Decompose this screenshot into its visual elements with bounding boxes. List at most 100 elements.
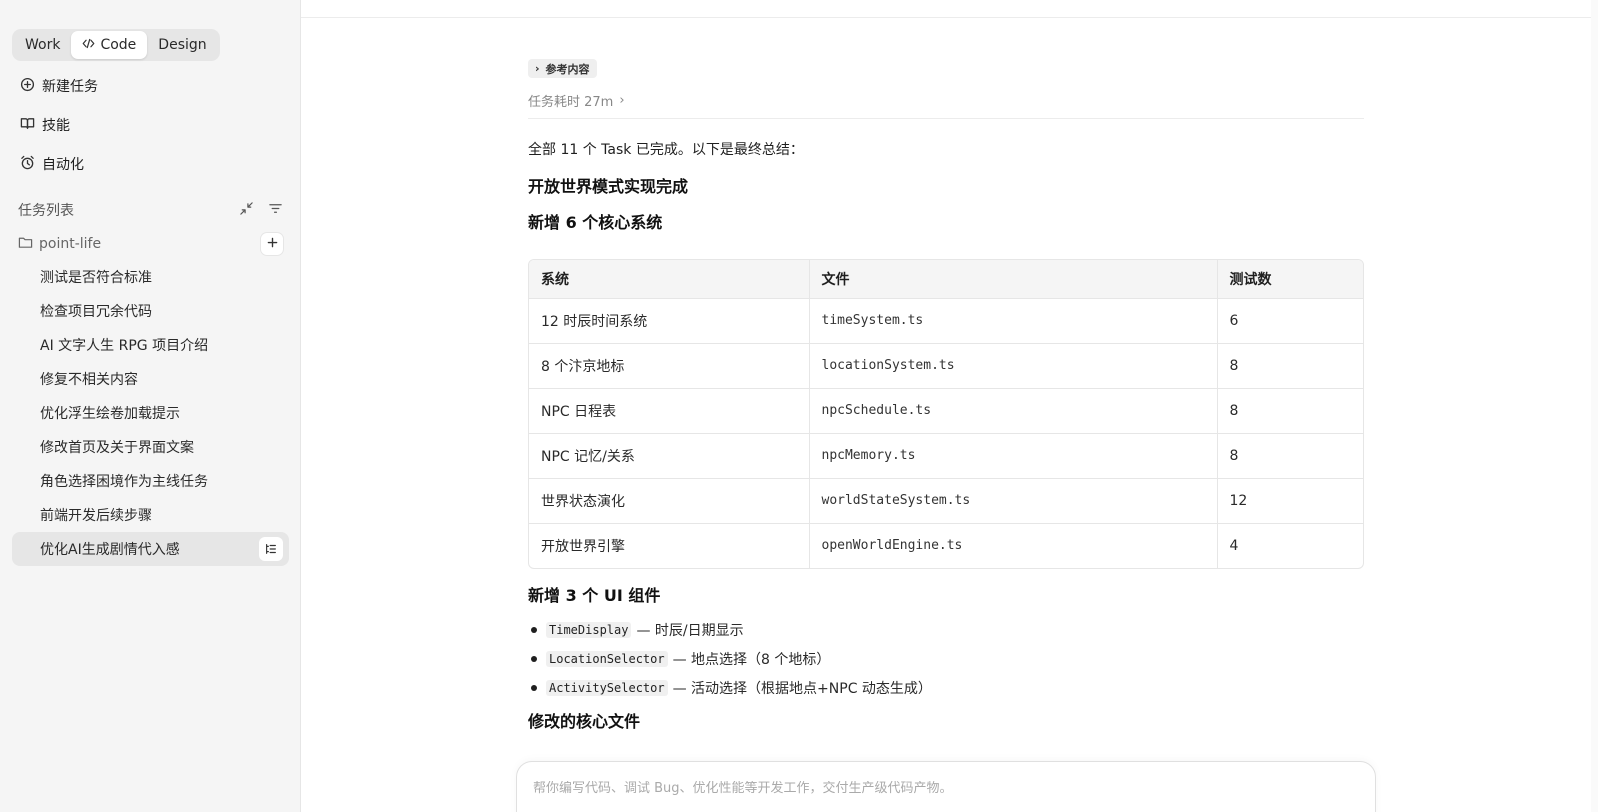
list-item: TimeDisplay — 时辰/日期显示 <box>528 615 932 644</box>
collapse-icon[interactable] <box>239 201 254 220</box>
task-item-label: 测试是否符合标准 <box>40 270 152 286</box>
nav-automation-label: 自动化 <box>42 157 84 173</box>
table-row: 12 时辰时间系统 timeSystem.ts 6 <box>529 298 1363 344</box>
nav-automation[interactable]: 自动化 <box>20 152 84 176</box>
nav-new-task-label: 新建任务 <box>42 79 98 95</box>
task-list-title: 任务列表 <box>18 203 74 219</box>
folder-name: point-life <box>39 236 102 252</box>
task-item[interactable]: 角色选择困境作为主线任务 <box>12 464 289 498</box>
book-icon <box>20 116 35 135</box>
table-cell: 8 <box>1217 343 1363 389</box>
nav-new-task[interactable]: 新建任务 <box>20 74 98 98</box>
summary-intro: 全部 11 个 Task 已完成。以下是最终总结： <box>528 142 804 158</box>
task-item-label: 修改首页及关于界面文案 <box>40 440 194 456</box>
plus-icon <box>267 236 278 252</box>
table-row: NPC 日程表 npcSchedule.ts 8 <box>529 388 1363 434</box>
component-name: LocationSelector <box>546 650 668 667</box>
table-cell: timeSystem.ts <box>809 298 1218 344</box>
task-item[interactable]: 测试是否符合标准 <box>12 260 289 294</box>
table-row: 8 个汴京地标 locationSystem.ts 8 <box>529 343 1363 389</box>
list-item: LocationSelector — 地点选择（8 个地标） <box>528 644 932 673</box>
task-outline-icon[interactable] <box>259 537 283 561</box>
table-cell: 开放世界引擎 <box>529 523 810 568</box>
filter-icon[interactable] <box>268 201 283 220</box>
task-item-label: 优化浮生绘卷加载提示 <box>40 406 180 422</box>
component-name: ActivitySelector <box>546 679 668 696</box>
folder-icon <box>18 235 33 254</box>
code-icon <box>82 37 95 54</box>
nav-skills[interactable]: 技能 <box>20 113 70 137</box>
task-item-label: AI 文字人生 RPG 项目介绍 <box>40 338 209 354</box>
heading-core-files: 修改的核心文件 <box>528 712 641 731</box>
mode-design-button[interactable]: Design <box>147 31 217 59</box>
table-cell: NPC 日程表 <box>529 388 810 434</box>
task-elapsed-label: 任务耗时 27m <box>528 95 614 110</box>
table-row: 世界状态演化 worldStateSystem.ts 12 <box>529 478 1363 524</box>
table-cell: 6 <box>1217 298 1363 344</box>
composer-input[interactable] <box>533 781 1353 796</box>
table-cell: NPC 记忆/关系 <box>529 433 810 479</box>
task-item-label: 优化AI生成剧情代入感 <box>40 542 180 558</box>
main-panel: › 参考内容 任务耗时 27m › 全部 11 个 Task 已完成。以下是最终… <box>301 0 1598 812</box>
mode-work-label: Work <box>25 37 61 53</box>
task-item[interactable]: 检查项目冗余代码 <box>12 294 289 328</box>
task-list: 测试是否符合标准 检查项目冗余代码 AI 文字人生 RPG 项目介绍修复不相关内容优… <box>12 260 289 566</box>
component-description: — 地点选择（8 个地标） <box>672 651 831 668</box>
component-name: TimeDisplay <box>546 621 632 638</box>
table-row: 开放世界引擎 openWorldEngine.ts 4 <box>529 523 1363 568</box>
list-item: ActivitySelector — 活动选择（根据地点+NPC 动态生成） <box>528 673 932 702</box>
table-cell: npcSchedule.ts <box>809 388 1218 434</box>
nav-skills-label: 技能 <box>42 118 70 134</box>
mode-work-button[interactable]: Work <box>14 31 71 59</box>
task-item[interactable]: AI 文字人生 RPG 项目介绍 <box>12 328 289 362</box>
table-cell: locationSystem.ts <box>809 343 1218 389</box>
table-cell: 8 <box>1217 433 1363 479</box>
chevron-right-icon: › <box>619 93 625 108</box>
table-cell: 12 <box>1217 478 1363 524</box>
folder-point-life[interactable]: point-life <box>18 232 283 256</box>
top-bar <box>301 0 1591 18</box>
heading-ui-components: 新增 3 个 UI 组件 <box>528 586 661 605</box>
new-task-icon <box>20 77 35 96</box>
alarm-clock-icon <box>20 155 35 174</box>
table-cell: 8 个汴京地标 <box>529 343 810 389</box>
heading-main: 开放世界模式实现完成 <box>528 177 689 196</box>
task-item-label: 前端开发后续步骤 <box>40 508 152 524</box>
mode-design-label: Design <box>158 37 207 53</box>
task-item[interactable]: 前端开发后续步骤 <box>12 498 289 532</box>
table-header-row: 系统 文件 测试数 <box>529 260 1363 299</box>
column-header: 测试数 <box>1217 260 1363 299</box>
systems-table: 系统 文件 测试数 12 时辰时间系统 timeSystem.ts 6 8 个汴京地标… <box>528 259 1364 569</box>
component-description: — 时辰/日期显示 <box>636 622 744 639</box>
table-cell: 8 <box>1217 388 1363 434</box>
table-cell: 世界状态演化 <box>529 478 810 524</box>
table-cell: 12 时辰时间系统 <box>529 298 810 344</box>
task-item[interactable]: 修复不相关内容 <box>12 362 289 396</box>
table-cell: 4 <box>1229 537 1239 554</box>
table-cell: npcMemory.ts <box>809 433 1218 479</box>
ui-component-list: TimeDisplay — 时辰/日期显示 LocationSelector — 地点… <box>528 615 932 702</box>
reference-chip[interactable]: › 参考内容 <box>528 59 597 78</box>
task-elapsed[interactable]: 任务耗时 27m › <box>528 91 625 110</box>
scrollbar[interactable] <box>1591 0 1598 812</box>
task-item-label: 检查项目冗余代码 <box>40 304 152 320</box>
heading-systems: 新增 6 个核心系统 <box>528 213 663 232</box>
column-header: 文件 <box>809 260 1218 299</box>
mode-code-button[interactable]: Code <box>71 31 148 59</box>
table-cell: worldStateSystem.ts <box>809 478 1218 524</box>
chevron-right-icon: › <box>535 62 540 75</box>
task-item[interactable]: 优化浮生绘卷加载提示 <box>12 396 289 430</box>
mode-code-label: Code <box>100 37 137 53</box>
add-task-button[interactable] <box>261 233 283 255</box>
column-header: 系统 <box>529 260 810 299</box>
task-item[interactable]: 修改首页及关于界面文案 <box>12 430 289 464</box>
task-item-label: 角色选择困境作为主线任务 <box>40 474 208 490</box>
mode-switch: Work Code Design <box>12 29 220 61</box>
table-row: NPC 记忆/关系 npcMemory.ts 8 <box>529 433 1363 479</box>
task-list-header: 任务列表 <box>18 198 283 222</box>
reference-chip-label: 参考内容 <box>545 62 590 76</box>
table-cell: openWorldEngine.ts <box>809 523 1218 568</box>
composer[interactable] <box>516 761 1376 812</box>
sidebar: Work Code Design 新建任务 技能 自动化 任务列表 point-… <box>0 0 301 812</box>
task-item[interactable]: 优化AI生成剧情代入感 <box>12 532 289 566</box>
